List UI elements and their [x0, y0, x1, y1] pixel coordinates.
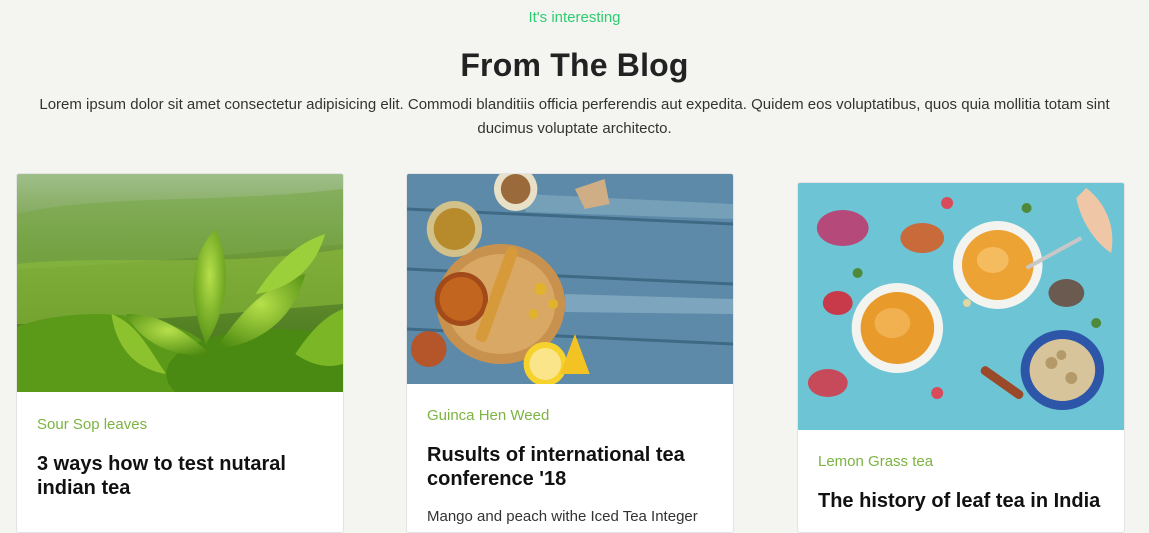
post-category[interactable]: Guinca Hen Weed	[427, 407, 713, 424]
blog-card-1[interactable]: Sour Sop leaves 3 ways how to test nutar…	[16, 173, 344, 533]
post-excerpt: Mango and peach withe Iced Tea Integer	[427, 508, 698, 525]
tea-table-image[interactable]	[407, 174, 733, 384]
tea-plantation-image[interactable]	[17, 174, 343, 392]
post-title[interactable]: Rusults of international tea conference …	[427, 443, 713, 491]
post-category[interactable]: Sour Sop leaves	[37, 416, 323, 433]
blog-card-2[interactable]: Guinca Hen Weed Rusults of international…	[406, 173, 734, 533]
section-subtitle: Lorem ipsum dolor sit amet consectetur a…	[39, 96, 1110, 137]
post-category[interactable]: Lemon Grass tea	[818, 453, 1104, 470]
herbal-tea-cups-image[interactable]	[798, 183, 1124, 430]
blog-card-3[interactable]: Lemon Grass tea The history of leaf tea …	[797, 182, 1125, 533]
section-eyebrow: It's interesting	[528, 9, 621, 26]
post-title[interactable]: The history of leaf tea in India	[818, 489, 1104, 513]
post-title[interactable]: 3 ways how to test nutaral indian tea	[37, 452, 323, 500]
section-title: From The Blog	[460, 47, 689, 83]
